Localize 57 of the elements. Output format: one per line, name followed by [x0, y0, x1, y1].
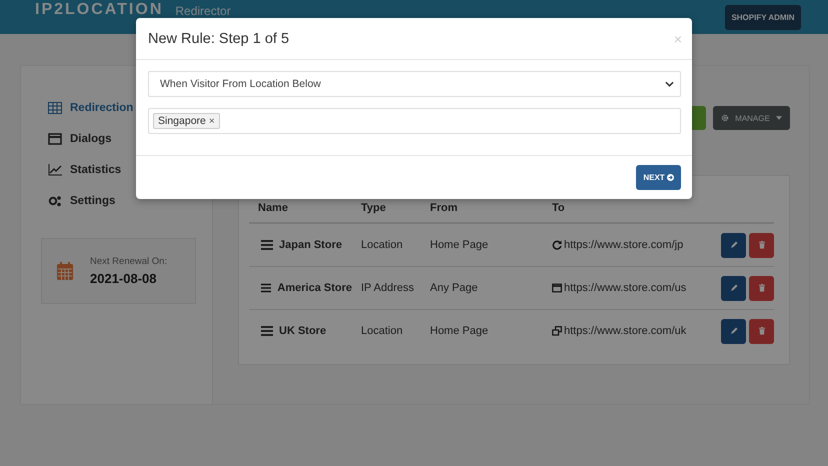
edit-button[interactable] — [721, 276, 746, 300]
table-cell-text: Home Page — [429, 239, 490, 251]
gears-icon — [48, 194, 62, 206]
window-icon — [48, 132, 62, 144]
trash-icon — [758, 241, 766, 249]
arrow-circle-icon — [666, 174, 674, 181]
table-icon — [48, 102, 62, 114]
table-cell-text: Home Page — [429, 325, 490, 337]
location-input-field[interactable]: Singapore × — [148, 108, 681, 134]
caret-icon — [776, 116, 782, 120]
windows-icon — [552, 326, 562, 336]
rule-name: America Store — [277, 282, 352, 294]
logo: IP2LOCATION — [35, 0, 164, 18]
manage-button[interactable]: MANAGE — [713, 106, 790, 130]
remove-tag-button[interactable]: × — [208, 116, 215, 126]
column-header: To — [551, 202, 566, 214]
chevron-icon — [665, 81, 674, 87]
url-text: https://www.store.com/jp — [564, 239, 684, 251]
column-header: Name — [257, 202, 289, 214]
renewal-date: 2021-08-08 — [90, 271, 158, 286]
trash-icon — [758, 284, 766, 292]
app-subtitle: Redirector — [175, 4, 231, 18]
table-cell-text: Location — [360, 325, 404, 337]
url-text: https://www.store.com/us — [564, 282, 686, 294]
table-cell-text: Location — [360, 239, 404, 251]
pencil-icon — [730, 327, 738, 335]
drag-handle-icon[interactable] — [261, 283, 272, 293]
line-chart-icon — [48, 164, 62, 176]
trash-icon — [758, 327, 766, 335]
rule-name: Japan Store — [279, 239, 342, 251]
sidebar-item[interactable]: Settings — [41, 185, 212, 216]
gear-icon — [721, 114, 730, 122]
window-icon — [552, 283, 562, 293]
column-header: From — [429, 202, 458, 214]
rule-name: UK Store — [279, 325, 326, 337]
drag-handle-icon[interactable] — [261, 240, 273, 250]
sidebar-item[interactable]: Statistics — [41, 154, 212, 185]
drag-handle-icon[interactable] — [261, 326, 273, 336]
pencil-icon — [730, 241, 738, 249]
renewal-label: Next Renewal On: — [90, 256, 168, 267]
redo-icon — [552, 240, 562, 250]
delete-button[interactable] — [749, 318, 774, 344]
edit-button[interactable] — [721, 232, 746, 258]
tag-label: Singapore — [158, 115, 206, 127]
next-button[interactable]: NEXT — [636, 165, 681, 190]
table-cell-text: IP Address — [360, 282, 415, 294]
delete-button[interactable] — [749, 276, 774, 300]
url-text: https://www.store.com/uk — [564, 325, 686, 337]
edit-button[interactable] — [721, 318, 746, 344]
condition-dropdown[interactable]: When Visitor From Location Below — [148, 71, 681, 97]
delete-button[interactable] — [749, 232, 774, 258]
modal-title: New Rule: Step 1 of 5 — [148, 30, 290, 46]
column-header: Type — [360, 202, 387, 214]
pencil-icon — [730, 284, 738, 292]
calendar-icon — [56, 261, 74, 281]
admin-button[interactable]: SHOPIFY ADMIN — [725, 4, 801, 30]
table-cell-text: Any Page — [429, 282, 479, 294]
